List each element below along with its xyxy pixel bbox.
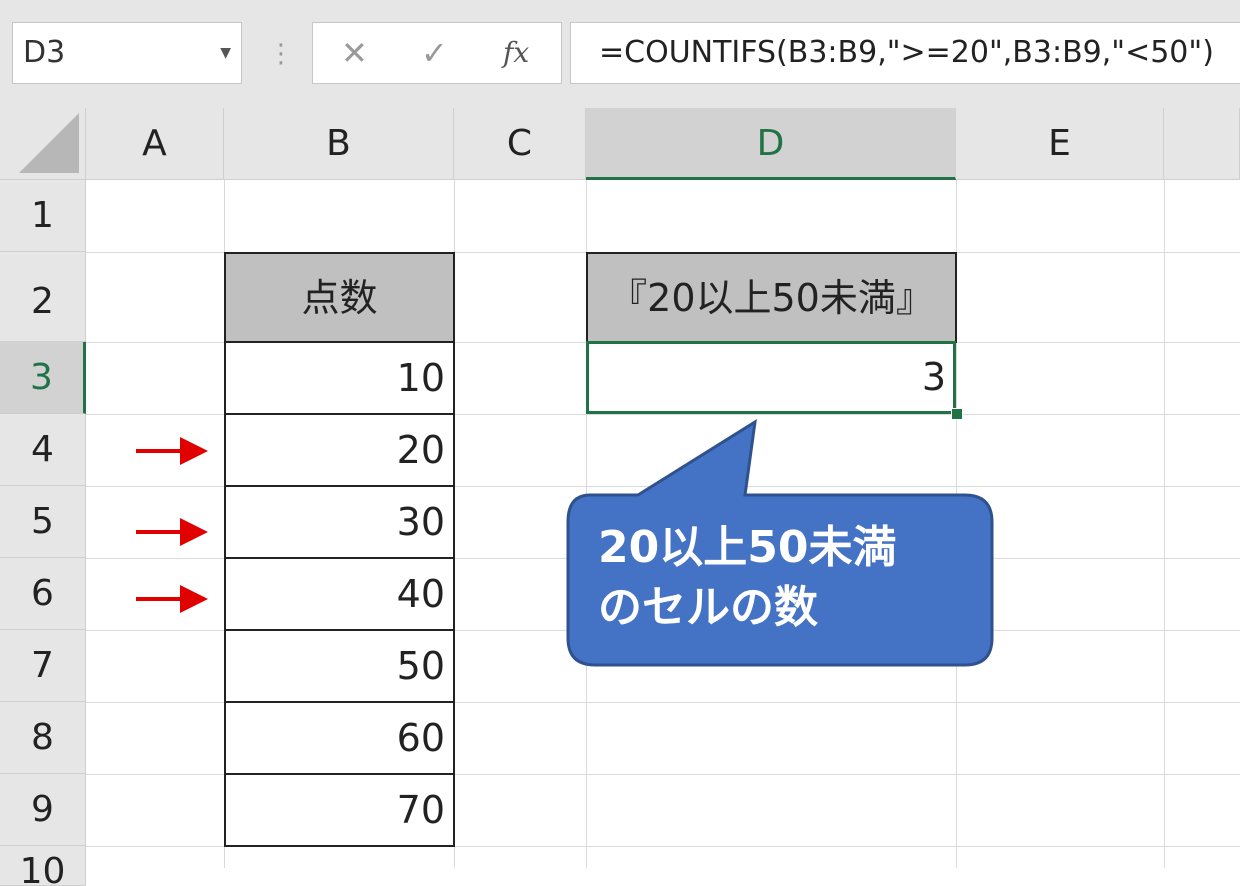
cell-d2[interactable]: 『20以上50未満』 xyxy=(586,252,957,343)
chevron-down-icon[interactable]: ▼ xyxy=(220,23,231,83)
row-header-10[interactable]: 10 xyxy=(0,846,86,886)
drag-handle-icon[interactable]: ⋮ xyxy=(268,34,294,74)
cell-b4[interactable]: 20 xyxy=(224,413,455,487)
column-header-b[interactable]: B xyxy=(224,108,454,180)
cell-b6[interactable]: 40 xyxy=(224,557,455,631)
formula-buttons: ✕ ✓ fx xyxy=(312,22,562,84)
row-header-8[interactable]: 8 xyxy=(0,702,86,774)
row-header-7[interactable]: 7 xyxy=(0,630,86,702)
formula-bar: D3 ▼ ⋮ ✕ ✓ fx =COUNTIFS(B3:B9,">=20",B3:… xyxy=(0,0,1240,108)
cell-b2[interactable]: 点数 xyxy=(224,252,455,343)
arrow-right-icon xyxy=(136,518,208,546)
arrow-right-icon xyxy=(136,585,208,613)
row-header-9[interactable]: 9 xyxy=(0,774,86,846)
cell-b9[interactable]: 70 xyxy=(224,773,455,847)
row-header-5[interactable]: 5 xyxy=(0,486,86,558)
callout-text: 20以上50未満 のセルの数 xyxy=(598,518,978,638)
column-header-a[interactable]: A xyxy=(86,108,224,180)
cell-b3[interactable]: 10 xyxy=(224,341,455,415)
column-header-e[interactable]: E xyxy=(956,108,1164,180)
callout-line-1: 20以上50未満 xyxy=(598,522,897,573)
selection-outline xyxy=(586,341,956,414)
cell-b7[interactable]: 50 xyxy=(224,629,455,703)
formula-input[interactable]: =COUNTIFS(B3:B9,">=20",B3:B9,"<50") xyxy=(570,22,1240,84)
checkmark-icon[interactable]: ✓ xyxy=(421,23,448,83)
select-all-button[interactable] xyxy=(0,108,86,180)
row-header-1[interactable]: 1 xyxy=(0,180,86,252)
row-header-4[interactable]: 4 xyxy=(0,414,86,486)
arrow-right-icon xyxy=(136,437,208,465)
fx-icon[interactable]: fx xyxy=(503,23,529,83)
cell-b5[interactable]: 30 xyxy=(224,485,455,559)
cancel-x-icon[interactable]: ✕ xyxy=(341,23,368,83)
column-header-f[interactable] xyxy=(1164,108,1240,180)
column-header-c[interactable]: C xyxy=(454,108,586,180)
column-header-d[interactable]: D xyxy=(586,108,956,180)
name-box-value: D3 xyxy=(23,35,66,70)
callout-line-2: のセルの数 xyxy=(598,582,818,633)
row-header-2[interactable]: 2 xyxy=(0,252,86,342)
row-header-3[interactable]: 3 xyxy=(0,342,86,414)
name-box[interactable]: D3 ▼ xyxy=(12,22,242,84)
row-header-6[interactable]: 6 xyxy=(0,558,86,630)
cell-b8[interactable]: 60 xyxy=(224,701,455,775)
